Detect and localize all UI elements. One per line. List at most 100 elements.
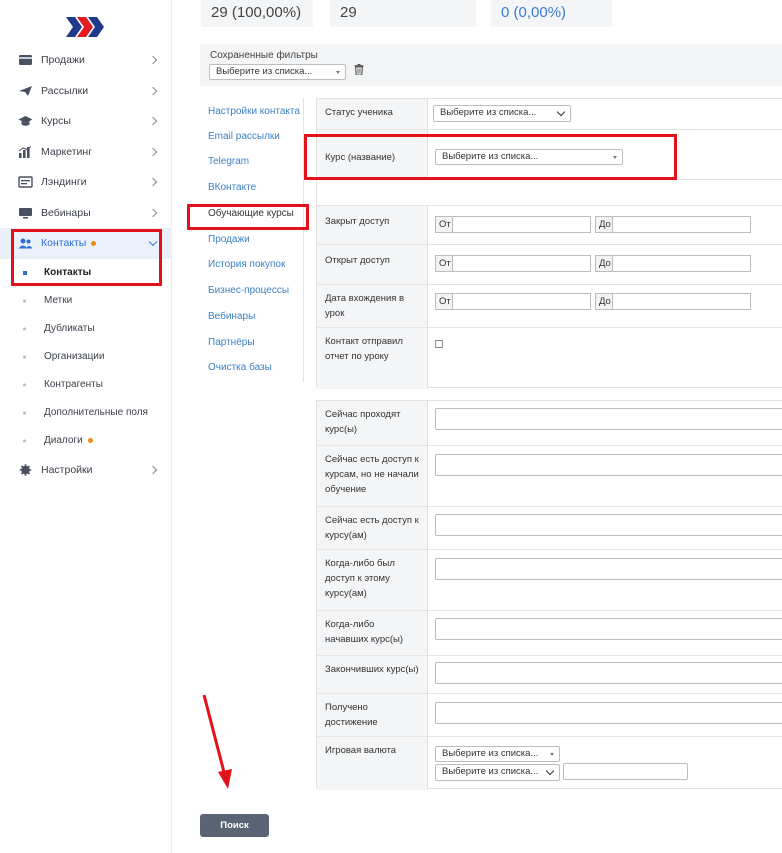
section-sales[interactable]: Продажи bbox=[208, 234, 250, 245]
subnav-item-counterparties[interactable]: Контрагенты bbox=[0, 371, 172, 399]
trash-icon[interactable] bbox=[354, 64, 364, 75]
saved-filters-label: Сохраненные фильтры bbox=[210, 50, 318, 61]
select-value: Выберите из списка... bbox=[442, 766, 539, 777]
nav-label: Продажи bbox=[41, 54, 85, 67]
section-webinars[interactable]: Вебинары bbox=[208, 311, 255, 322]
section-purchase-history[interactable]: История покупок bbox=[208, 259, 285, 270]
label-open-access: Открыт доступ bbox=[317, 245, 428, 284]
subnav-label: Дубликаты bbox=[44, 323, 95, 334]
open-access-to[interactable]: До bbox=[595, 255, 751, 272]
chevron-down-icon bbox=[545, 766, 555, 776]
saved-filters-select[interactable]: Выберите из списка... bbox=[209, 64, 346, 80]
closed-access-to[interactable]: До bbox=[595, 216, 751, 233]
chevron-right-icon bbox=[148, 208, 158, 217]
nav-label: Маркетинг bbox=[41, 145, 93, 158]
label-access-now: Сейчас есть доступ к курсу(ам) bbox=[317, 507, 428, 549]
nav-label: Курсы bbox=[41, 115, 71, 128]
currency-type-select[interactable]: Выберите из списка... bbox=[435, 746, 560, 762]
section-contact-settings[interactable]: Настройки контакта bbox=[208, 106, 300, 117]
nav-item-settings[interactable]: Настройки bbox=[0, 455, 172, 486]
finished-input[interactable] bbox=[435, 662, 782, 684]
currency-condition-select[interactable]: Выберите из списка... bbox=[435, 764, 560, 781]
label-ever-had-access: Когда-либо был доступ к этому курсу(ам) bbox=[317, 550, 428, 610]
nav-label: Рассылки bbox=[41, 84, 89, 97]
ever-started-input[interactable] bbox=[435, 618, 782, 640]
chevron-right-icon bbox=[148, 117, 158, 126]
nav-item-mailings[interactable]: Рассылки bbox=[0, 76, 172, 107]
section-vkontakte[interactable]: ВКонтакте bbox=[208, 182, 256, 193]
closed-access-from[interactable]: От bbox=[435, 216, 591, 233]
subnav-label: Контрагенты bbox=[44, 379, 103, 390]
to-label: До bbox=[595, 293, 613, 310]
nav-item-webinars[interactable]: Вебинары bbox=[0, 198, 172, 229]
search-button[interactable]: Поиск bbox=[200, 814, 269, 837]
student-status-select[interactable]: Выберите из списка... bbox=[433, 105, 571, 122]
filter-section-menu: Настройки контакта Email рассылки Telegr… bbox=[188, 98, 304, 382]
section-database-cleanup[interactable]: Очистка базы bbox=[208, 362, 272, 373]
from-label: От bbox=[435, 293, 453, 310]
bar-chart-icon bbox=[18, 145, 32, 158]
to-label: До bbox=[595, 216, 613, 233]
subnav-label: Дополнительные поля bbox=[44, 407, 148, 418]
landing-page-icon bbox=[18, 176, 33, 188]
date-input[interactable] bbox=[453, 293, 591, 310]
label-passing-now: Сейчас проходят курс(ы) bbox=[317, 401, 428, 445]
nav-label: Настройки bbox=[41, 463, 93, 476]
label-lesson-entry-date: Дата вхождения в урок bbox=[317, 285, 428, 327]
access-not-started-input[interactable] bbox=[435, 454, 782, 476]
label-game-currency: Игровая валюта bbox=[317, 737, 428, 790]
date-input[interactable] bbox=[453, 255, 591, 272]
chevron-right-icon bbox=[148, 147, 158, 156]
from-label: От bbox=[435, 255, 453, 272]
report-sent-checkbox[interactable] bbox=[435, 340, 443, 348]
row-spacer bbox=[317, 180, 782, 206]
annotation-highlight-training-courses bbox=[187, 204, 309, 230]
label-finished: Закончивших курс(ы) bbox=[317, 656, 428, 693]
monitor-icon bbox=[19, 207, 32, 219]
paper-plane-icon bbox=[19, 85, 32, 96]
nav-item-sales[interactable]: Продажи bbox=[0, 45, 172, 76]
chevron-right-icon bbox=[148, 56, 158, 65]
section-business-processes[interactable]: Бизнес-процессы bbox=[208, 285, 289, 296]
lesson-entry-from[interactable]: От bbox=[435, 293, 591, 310]
nav-item-courses[interactable]: Курсы bbox=[0, 106, 172, 137]
subnav-item-tags[interactable]: Метки bbox=[0, 287, 172, 315]
section-email-mailings[interactable]: Email рассылки bbox=[208, 131, 280, 142]
access-now-input[interactable] bbox=[435, 514, 782, 536]
graduation-cap-icon bbox=[18, 116, 33, 126]
nav-label: Вебинары bbox=[41, 206, 91, 219]
date-input[interactable] bbox=[613, 293, 751, 310]
subnav-item-dialogs[interactable]: Диалоги bbox=[0, 427, 172, 455]
subnav-item-duplicates[interactable]: Дубликаты bbox=[0, 315, 172, 343]
ever-had-access-input[interactable] bbox=[435, 558, 782, 580]
nav-item-landings[interactable]: Лэндинги bbox=[0, 167, 172, 198]
stat-count: 29 bbox=[330, 0, 476, 27]
achievement-input[interactable] bbox=[435, 702, 782, 724]
section-telegram[interactable]: Telegram bbox=[208, 156, 249, 167]
label-ever-started: Когда-либо начавших курс(ы) bbox=[317, 611, 428, 655]
chevron-down-icon bbox=[556, 107, 566, 117]
stat-percent: 0 (0,00%) bbox=[491, 0, 612, 27]
chevron-right-icon bbox=[148, 465, 158, 474]
date-input[interactable] bbox=[613, 255, 751, 272]
chevron-right-icon bbox=[148, 178, 158, 187]
from-label: От bbox=[435, 216, 453, 233]
notification-dot bbox=[87, 438, 93, 443]
subnav-label: Метки bbox=[44, 295, 73, 306]
open-access-from[interactable]: От bbox=[435, 255, 591, 272]
wallet-icon bbox=[19, 55, 32, 66]
date-input[interactable] bbox=[613, 216, 751, 233]
sidebar: Продажи Рассылки Курсы Маркетинг Лэндинг… bbox=[0, 0, 172, 853]
passing-now-input[interactable] bbox=[435, 408, 782, 430]
row-report-sent: Контакт отправил отчет по уроку bbox=[317, 328, 782, 389]
nav-item-marketing[interactable]: Маркетинг bbox=[0, 137, 172, 168]
subnav-item-additional-fields[interactable]: Дополнительные поля bbox=[0, 399, 172, 427]
section-partners[interactable]: Партнёры bbox=[208, 337, 255, 348]
lesson-entry-to[interactable]: До bbox=[595, 293, 751, 310]
to-label: До bbox=[595, 255, 613, 272]
date-input[interactable] bbox=[453, 216, 591, 233]
subnav-item-organizations[interactable]: Организации bbox=[0, 343, 172, 371]
label-access-not-started: Сейчас есть доступ к курсам, но не начал… bbox=[317, 446, 428, 506]
currency-amount-input[interactable] bbox=[563, 763, 688, 780]
brand-logo-icon[interactable] bbox=[66, 14, 104, 40]
